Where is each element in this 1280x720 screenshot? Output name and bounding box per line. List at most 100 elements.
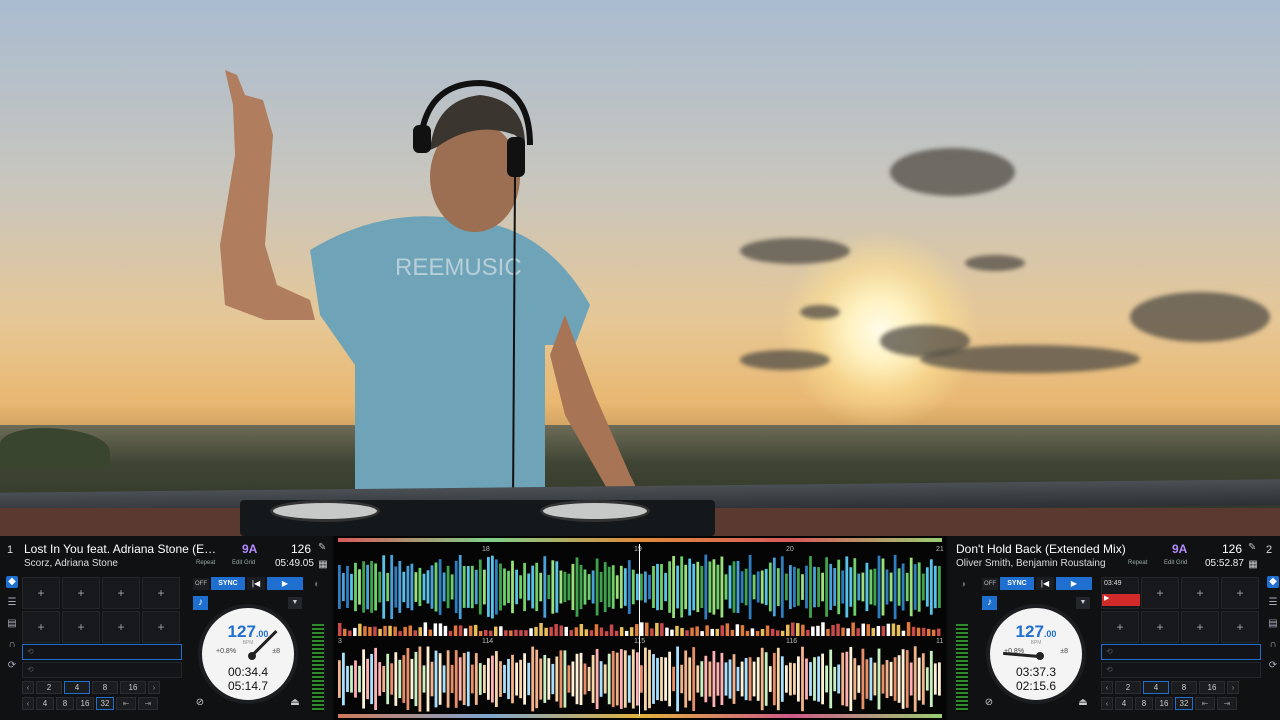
beatjump-button[interactable]: 16 — [1155, 697, 1173, 710]
waveform-bar — [931, 629, 936, 636]
beatjump-button[interactable]: 4 — [1115, 697, 1133, 710]
beatjump-button[interactable]: 4 — [36, 697, 54, 710]
key-lock-off-button[interactable]: OFF — [982, 578, 998, 590]
saved-loop-slot[interactable]: ⟲ — [22, 644, 182, 660]
hotcue-pad[interactable]: + — [142, 611, 180, 643]
virtual-platter[interactable]: 127.00 BPM +0.8% ±8 00:34.4 05:14.7 — [198, 604, 298, 704]
hotcue-pad[interactable]: + — [1101, 611, 1139, 643]
cue-button[interactable]: |◀ — [1036, 577, 1054, 590]
pitch-range-icon[interactable]: ▼ — [288, 597, 302, 609]
waveform-bar — [575, 653, 579, 705]
loop-length-button[interactable]: 2 — [1115, 681, 1141, 694]
beatjump-back-icon[interactable]: ⇤ — [1195, 697, 1215, 710]
pitch-range-icon[interactable]: ▼ — [1076, 597, 1090, 609]
pitch-knob-icon[interactable]: ◐ — [310, 578, 324, 592]
eject-icon[interactable]: ⏏ — [1076, 696, 1090, 710]
hotcue-mode-icon[interactable]: ◆ — [1267, 576, 1279, 588]
grid-icon[interactable]: ▦ — [316, 558, 330, 572]
hotcue-pad[interactable]: + — [22, 577, 60, 609]
hotcue-pad[interactable]: + — [1221, 611, 1259, 643]
waveform-bar — [805, 565, 808, 609]
eject-icon[interactable]: ⏏ — [288, 696, 302, 710]
sampler-mode-icon[interactable]: ▤ — [6, 618, 18, 630]
loop-next-icon[interactable]: › — [1227, 681, 1239, 694]
waveform-bar — [454, 560, 458, 614]
loop-length-button[interactable]: 8 — [92, 681, 118, 694]
beatjump-button-selected[interactable]: 32 — [1175, 697, 1193, 710]
hotcue-pad[interactable]: + — [62, 611, 100, 643]
play-button[interactable]: ▶ — [1056, 577, 1092, 590]
beatjump-button[interactable]: 16 — [76, 697, 94, 710]
waveform-bar — [829, 649, 833, 709]
beatjump-forward-icon[interactable]: ⇥ — [1217, 697, 1237, 710]
deck-right: Don't Hold Back (Extended Mix) Oliver Sm… — [948, 536, 1280, 720]
loop-length-button[interactable]: 16 — [120, 681, 146, 694]
hotcue-pad[interactable]: + — [142, 577, 180, 609]
track-overview-deck1[interactable] — [338, 538, 942, 542]
hotcue-pad[interactable]: + — [22, 611, 60, 643]
edit-grid-label[interactable]: Edit Grid — [232, 560, 255, 566]
beatjump-button[interactable]: 8 — [56, 697, 74, 710]
slicer-mode-icon[interactable]: ⟳ — [1267, 660, 1279, 672]
waveform-area[interactable]: 18 19 20 21 3 114 115 116 11 — [334, 536, 946, 720]
edit-grid-label[interactable]: Edit Grid — [1164, 560, 1187, 566]
edit-pencil-icon[interactable]: ✎ — [318, 542, 326, 553]
hotcue-pad-set[interactable]: 03:49 ▶ — [1101, 577, 1140, 609]
loop-mode-icon[interactable]: ☰ — [1267, 597, 1279, 609]
loop-length-button[interactable]: 8 — [1171, 681, 1197, 694]
loop-mode-icon[interactable]: ☰ — [6, 597, 18, 609]
cue-button[interactable]: |◀ — [247, 577, 265, 590]
key-note-icon[interactable]: ♪ — [982, 596, 997, 610]
waveform-bar — [680, 556, 684, 618]
loop-length-button-selected[interactable]: 4 — [64, 681, 90, 694]
slicer-mode-icon[interactable]: ⟳ — [6, 660, 18, 672]
beatjump-button-selected[interactable]: 32 — [96, 697, 114, 710]
loop-length-button[interactable]: 2 — [36, 681, 62, 694]
loop-prev-icon[interactable]: ‹ — [22, 681, 34, 694]
hotcue-pad[interactable]: + — [62, 577, 100, 609]
pitch-knob-icon[interactable]: ◑ — [956, 578, 970, 592]
beatjump-button[interactable]: 8 — [1135, 697, 1153, 710]
hotcue-pad[interactable]: + — [1181, 611, 1219, 643]
hotcue-pad[interactable]: + — [102, 611, 140, 643]
waveform-bar — [710, 628, 714, 636]
hotcue-pad[interactable]: + — [1141, 611, 1179, 643]
track-key: 9A — [242, 542, 258, 556]
fx-mode-icon[interactable]: ∩ — [6, 639, 18, 651]
beatjump-prev-icon[interactable]: ‹ — [1101, 697, 1113, 710]
hotcue-pad[interactable]: + — [1141, 577, 1179, 609]
fx-mode-icon[interactable]: ∩ — [1267, 639, 1279, 651]
track-overview-deck2[interactable] — [338, 714, 942, 718]
loop-prev-icon[interactable]: ‹ — [1101, 681, 1113, 694]
grid-icon[interactable]: ▦ — [1246, 558, 1260, 572]
virtual-platter[interactable]: 127.00 BPM +0.8% ±8 03:37.3 02:15.6 — [986, 604, 1086, 704]
saved-loop-slot[interactable]: ⟲ — [22, 662, 182, 678]
loop-length-button-selected[interactable]: 4 — [1143, 681, 1169, 694]
beatjump-back-icon[interactable]: ⇤ — [116, 697, 136, 710]
sync-button[interactable]: SYNC — [1000, 577, 1034, 590]
waveform-bar — [413, 630, 417, 636]
waveform-bar — [591, 655, 595, 703]
slip-mode-icon[interactable]: ⊘ — [193, 696, 207, 710]
waveform-deck1[interactable] — [338, 554, 942, 620]
waveform-deck2[interactable] — [338, 646, 942, 712]
loop-length-button[interactable]: 16 — [1199, 681, 1225, 694]
beatjump-prev-icon[interactable]: ‹ — [22, 697, 34, 710]
saved-loop-slot[interactable]: ⟲ — [1101, 644, 1261, 660]
repeat-label[interactable]: Repeat — [196, 560, 215, 566]
loop-next-icon[interactable]: › — [148, 681, 160, 694]
repeat-label[interactable]: Repeat — [1128, 560, 1147, 566]
hotcue-mode-icon[interactable]: ◆ — [6, 576, 18, 588]
beatjump-forward-icon[interactable]: ⇥ — [138, 697, 158, 710]
key-lock-off-button[interactable]: OFF — [193, 578, 209, 590]
slip-mode-icon[interactable]: ⊘ — [982, 696, 996, 710]
hotcue-pad[interactable]: + — [102, 577, 140, 609]
sync-button[interactable]: SYNC — [211, 577, 245, 590]
edit-pencil-icon[interactable]: ✎ — [1248, 542, 1256, 553]
saved-loop-slot[interactable]: ⟲ — [1101, 662, 1261, 678]
hotcue-pad[interactable]: + — [1181, 577, 1219, 609]
key-note-icon[interactable]: ♪ — [193, 596, 208, 610]
play-button[interactable]: ▶ — [267, 577, 303, 590]
sampler-mode-icon[interactable]: ▤ — [1267, 618, 1279, 630]
hotcue-pad[interactable]: + — [1221, 577, 1259, 609]
